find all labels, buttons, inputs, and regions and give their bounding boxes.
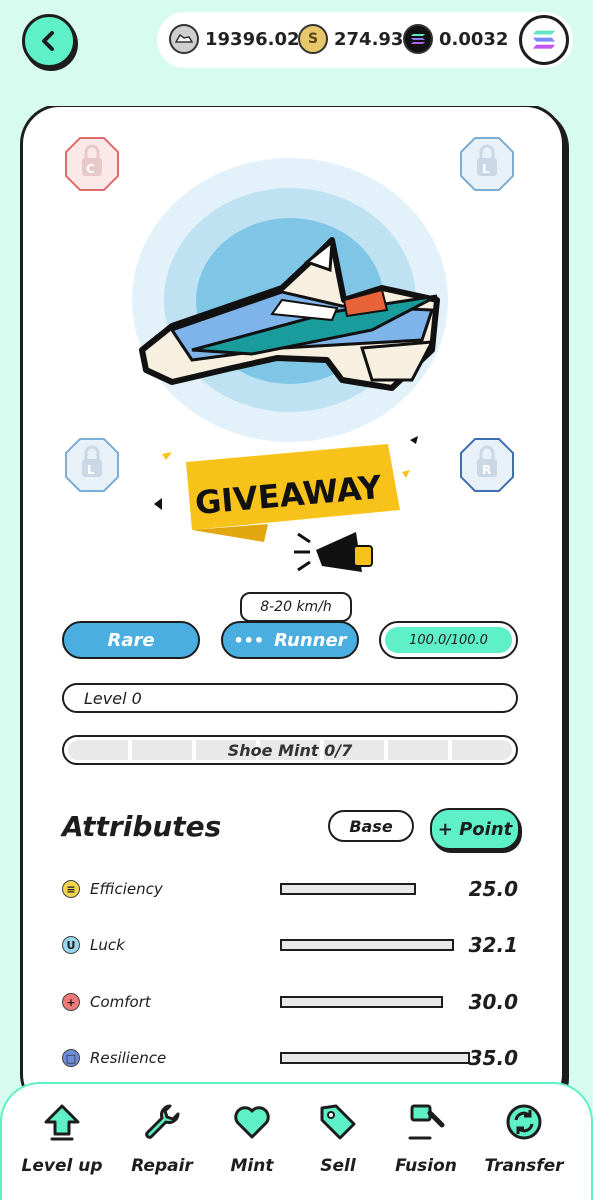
mint-button[interactable]: Mint [204, 1102, 300, 1176]
giveaway-banner: GIVEAWAY [154, 436, 418, 572]
attribute-value: 30.0 [468, 990, 518, 1014]
attribute-value: 35.0 [468, 1046, 518, 1070]
balance-value: 0.0032 [439, 28, 509, 50]
attribute-bar [280, 939, 454, 951]
add-point-button[interactable]: + Point [430, 808, 520, 850]
transfer-icon [506, 1104, 542, 1140]
socket-letter: L [482, 162, 490, 176]
mint-progress-bar: Shoe Mint 0/7 [62, 735, 518, 765]
resilience-icon: □ [62, 1049, 80, 1067]
attribute-name: Resilience [90, 1049, 167, 1067]
mint-label: Shoe Mint 0/7 [227, 740, 353, 760]
wrench-icon [145, 1104, 180, 1139]
solana-icon [403, 24, 433, 54]
rarity-badge: Rare [62, 621, 200, 659]
card-clip [0, 88, 593, 106]
attribute-value: 32.1 [468, 933, 518, 957]
socket-letter: C [86, 162, 95, 176]
balance-gold-coin: S 274.93 [298, 24, 403, 54]
socket-letter: L [87, 463, 95, 477]
transfer-button[interactable]: Transfer [476, 1102, 572, 1176]
sneaker-token-icon [169, 24, 199, 54]
bottom-action-bar: Level up Repair Mint Sell Fusion Transfe… [0, 1082, 593, 1200]
back-button[interactable] [22, 14, 76, 68]
level-label: Level 0 [84, 688, 142, 708]
nav-label: Repair [131, 1156, 193, 1176]
wallet-button[interactable] [519, 15, 569, 65]
nav-label: Mint [230, 1156, 274, 1176]
durability-meter: 100.0/100.0 [379, 621, 518, 659]
balance-value: 19396.02 [205, 28, 300, 50]
balance-solana: 0.0032 [403, 24, 508, 54]
sell-button[interactable]: Sell [290, 1102, 386, 1176]
level-up-button[interactable]: Level up [14, 1102, 110, 1176]
level-bar: Level 0 [62, 683, 518, 713]
attribute-value: 25.0 [468, 877, 518, 901]
shoe-type-badge: ••• Runner [221, 621, 359, 659]
socket-slot-top-right[interactable]: L [459, 136, 515, 192]
socket-slot-mid-right[interactable]: R [459, 437, 515, 493]
luck-icon: U [62, 936, 80, 954]
attribute-bar [280, 1052, 470, 1064]
attribute-bar [280, 996, 443, 1008]
sneaker-image [139, 237, 440, 391]
durability-value: 100.0/100.0 [409, 632, 488, 648]
attribute-row-luck: U Luck 32.1 [62, 930, 522, 960]
nav-label: Transfer [484, 1156, 564, 1176]
socket-slot-top-left[interactable]: C [64, 136, 120, 192]
attribute-bar [280, 883, 416, 895]
repair-button[interactable]: Repair [114, 1102, 210, 1176]
efficiency-icon: ≡ [62, 880, 80, 898]
attribute-name: Comfort [90, 993, 151, 1011]
attribute-name: Efficiency [90, 880, 163, 898]
nav-label: Fusion [395, 1156, 457, 1176]
attribute-row-resilience: □ Resilience 35.0 [62, 1043, 522, 1073]
megaphone-icon [294, 532, 373, 572]
attribute-row-comfort: + Comfort 30.0 [62, 987, 522, 1017]
base-toggle-button[interactable]: Base [328, 810, 414, 842]
comfort-icon: + [62, 993, 80, 1011]
footprints-icon: ••• [233, 630, 265, 650]
tag-icon [320, 1104, 356, 1140]
arrow-up-icon [44, 1104, 80, 1141]
heart-icon [234, 1106, 270, 1139]
nav-label: Sell [320, 1156, 356, 1176]
fusion-button[interactable]: Fusion [378, 1102, 474, 1176]
hammer-icon [408, 1104, 445, 1140]
socket-letter: R [482, 463, 492, 477]
attribute-row-efficiency: ≡ Efficiency 25.0 [62, 874, 522, 904]
balance-sneaker-token: 19396.02 [169, 24, 300, 54]
chevron-left-icon [42, 31, 54, 51]
balance-bar: 19396.02 S 274.93 0.0032 [157, 12, 573, 68]
socket-slot-mid-left[interactable]: L [64, 437, 120, 493]
attributes-title: Attributes [62, 810, 222, 843]
gold-coin-icon: S [298, 24, 328, 54]
shoe-type-label: Runner [274, 629, 347, 651]
attribute-name: Luck [90, 936, 125, 954]
speed-range-tag: 8-20 km/h [240, 592, 352, 622]
nav-label: Level up [21, 1156, 103, 1176]
balance-value: 274.93 [334, 28, 404, 50]
solana-icon [533, 30, 555, 49]
